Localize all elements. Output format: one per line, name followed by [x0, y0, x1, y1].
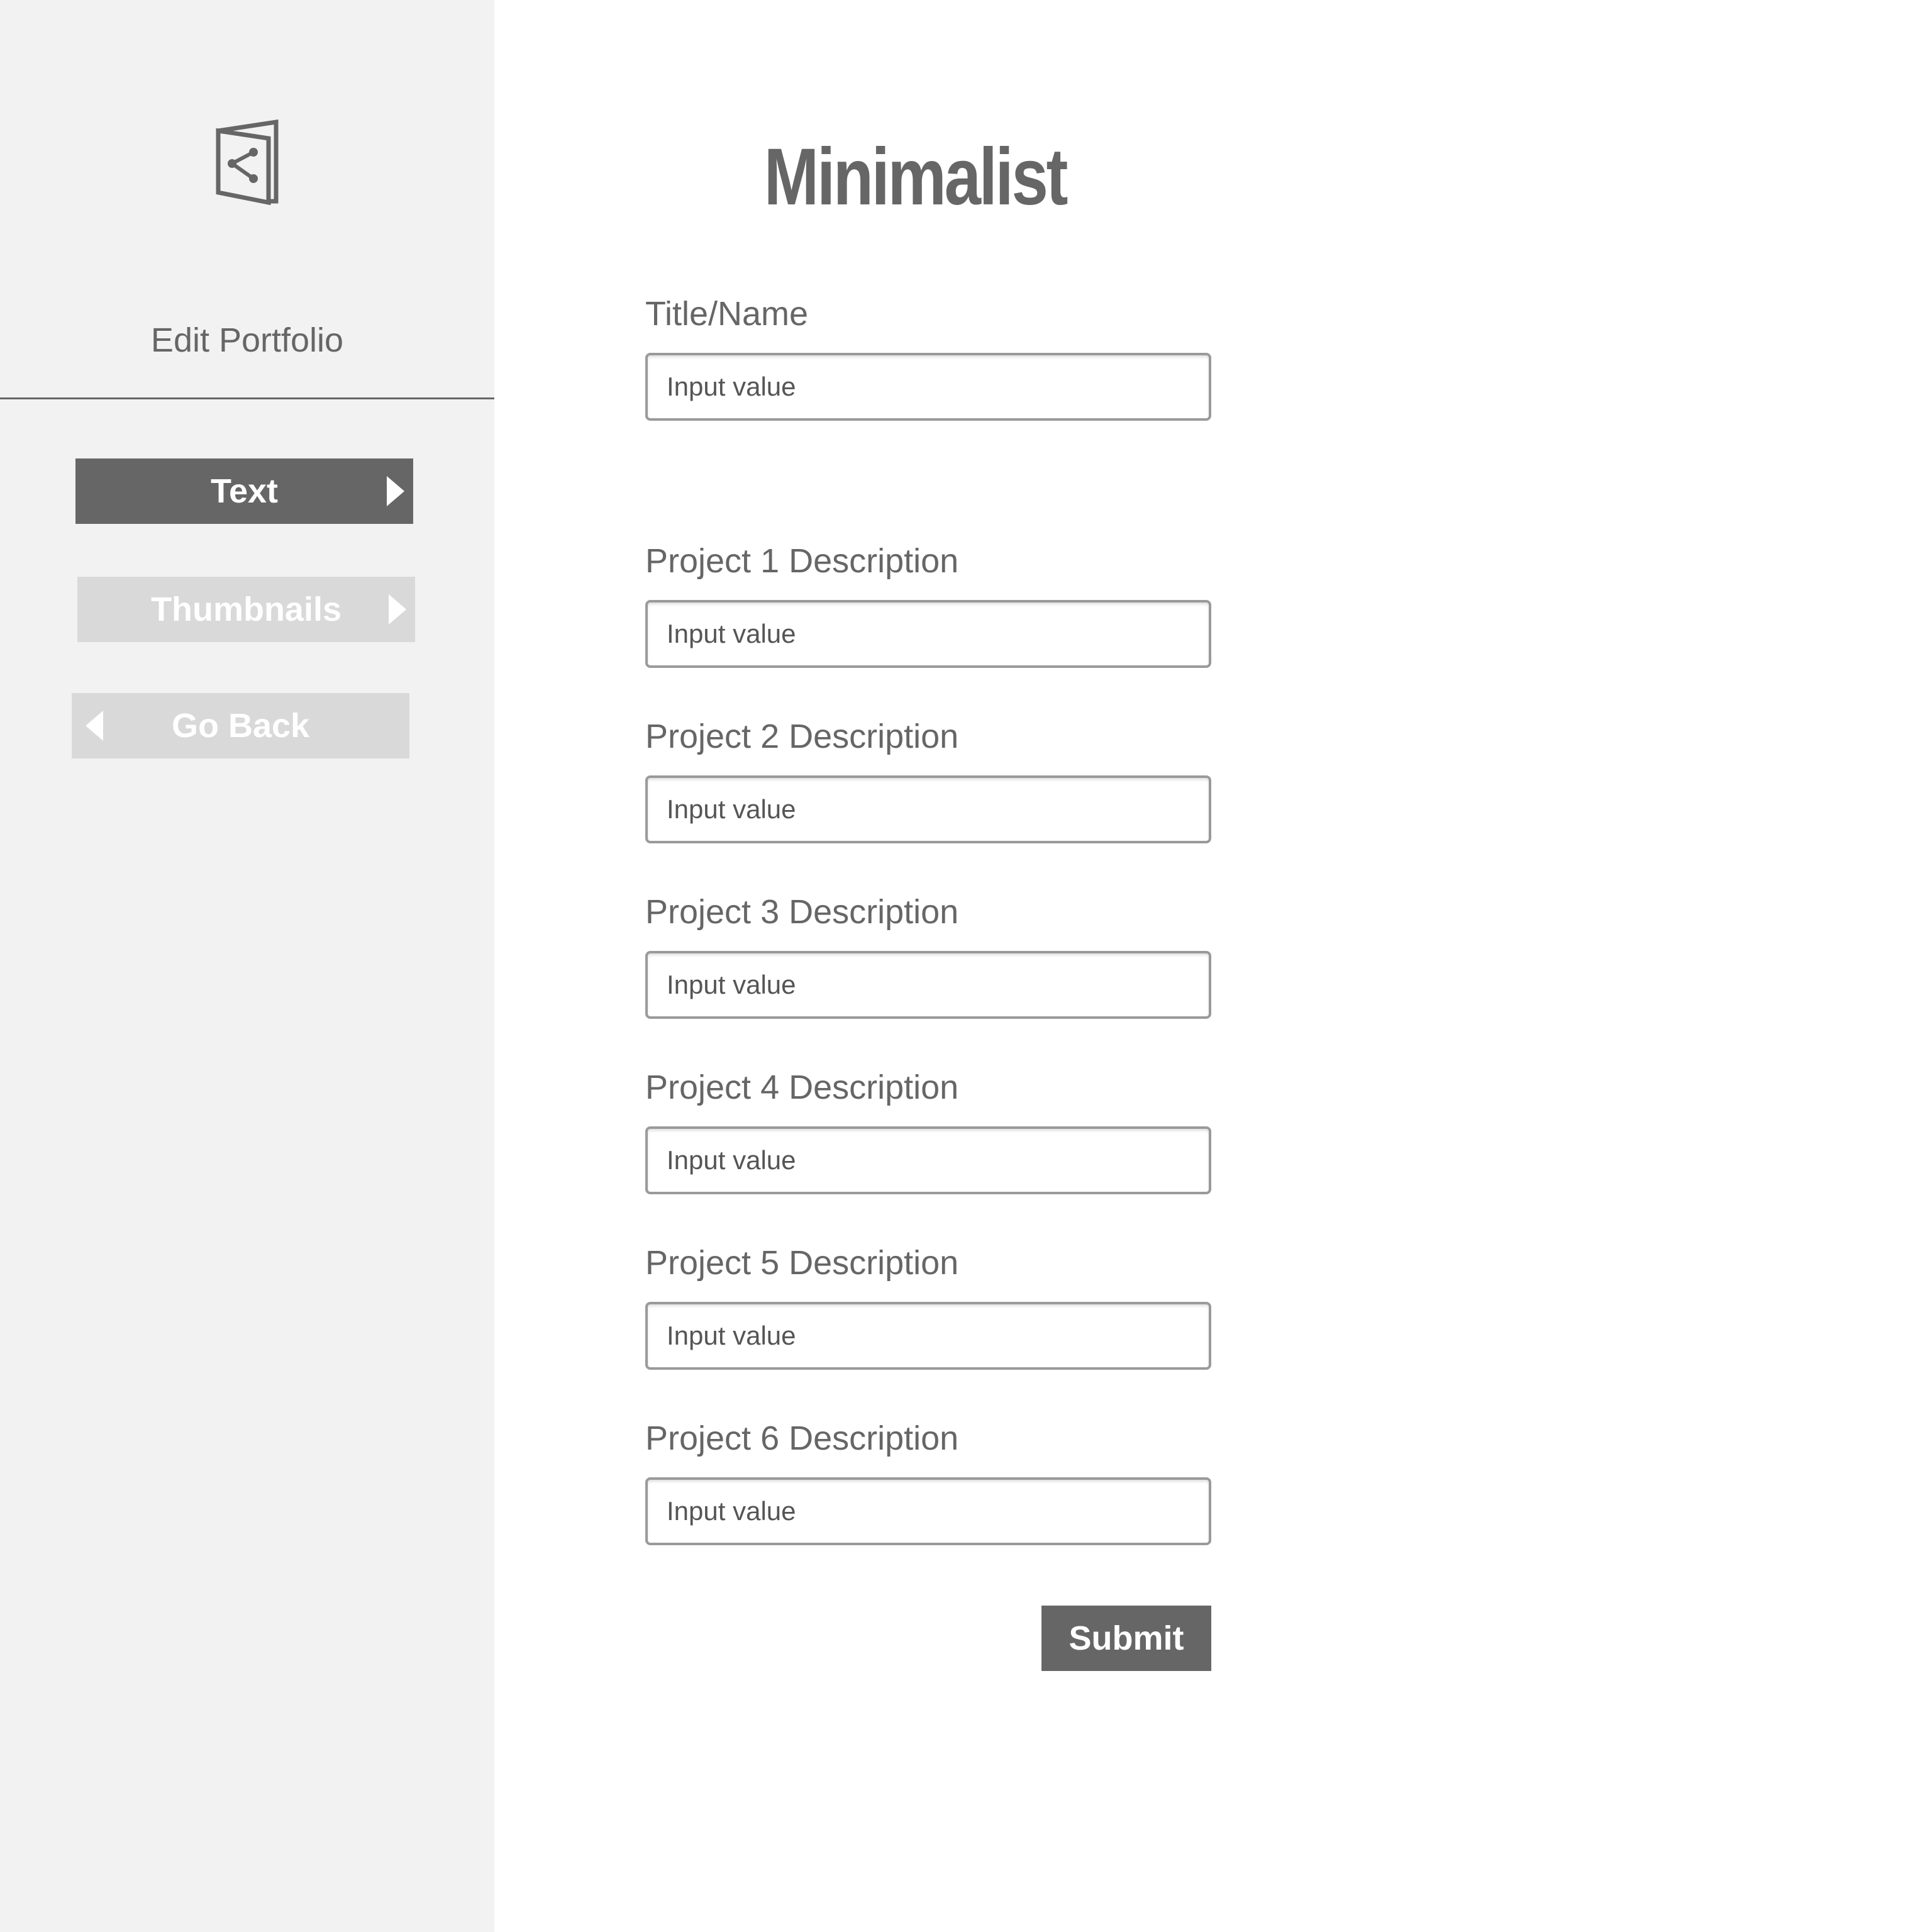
sidebar-title: Edit Portfolio [150, 321, 344, 359]
text-nav-label: Text [210, 472, 279, 510]
thumbnails-nav-label: Thumbnails [150, 591, 341, 628]
project-6-description-input[interactable] [645, 1477, 1211, 1545]
go-back-label: Go Back [171, 707, 310, 745]
project-3-description-label: Project 3 Description [645, 893, 959, 931]
project-6-description-label: Project 6 Description [645, 1419, 959, 1457]
thumbnails-nav-button[interactable]: Thumbnails [77, 577, 415, 642]
page-title: Minimalist [763, 132, 1069, 222]
title-name-label: Title/Name [645, 295, 809, 333]
page: Edit Portfolio Text Thumbnails Go Back M… [0, 0, 1932, 1932]
sidebar: Edit Portfolio Text Thumbnails Go Back [0, 0, 494, 1932]
go-back-button[interactable]: Go Back [72, 693, 409, 758]
project-5-description-input[interactable] [645, 1302, 1211, 1370]
chevron-right-icon [389, 594, 406, 625]
project-4-description-input[interactable] [645, 1126, 1211, 1194]
project-2-description-input[interactable] [645, 775, 1211, 843]
project-5-description-label: Project 5 Description [645, 1244, 959, 1282]
title-name-input[interactable] [645, 353, 1211, 421]
sidebar-divider [0, 397, 494, 399]
portfolio-share-icon [214, 119, 281, 206]
text-nav-button[interactable]: Text [75, 458, 413, 524]
submit-button[interactable]: Submit [1041, 1606, 1211, 1671]
project-1-description-label: Project 1 Description [645, 542, 959, 580]
project-3-description-input[interactable] [645, 951, 1211, 1019]
chevron-right-icon [387, 476, 404, 506]
project-1-description-input[interactable] [645, 600, 1211, 668]
project-2-description-label: Project 2 Description [645, 718, 959, 755]
project-4-description-label: Project 4 Description [645, 1069, 959, 1106]
